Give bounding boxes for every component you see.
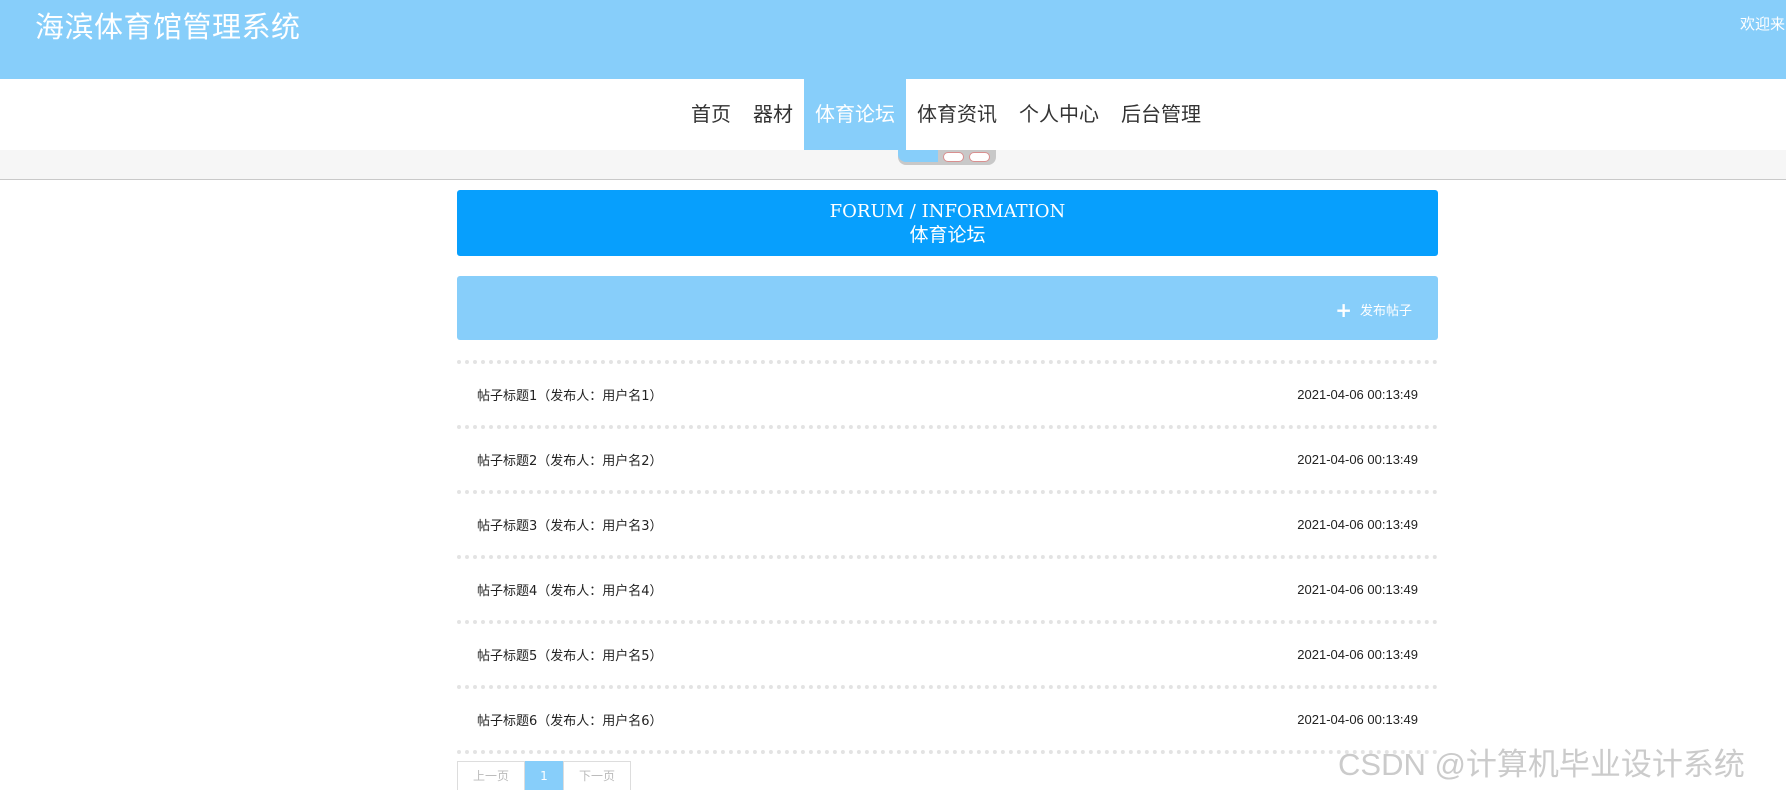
publish-post-label: 发布帖子 <box>1359 304 1412 319</box>
watermark: CSDN @计算机毕业设计系统 <box>1338 747 1745 782</box>
post-title[interactable]: 帖子标题2（发布人：用户名2） <box>477 450 663 469</box>
post-time: 2021-04-06 00:13:49 <box>1297 712 1418 727</box>
welcome-text: 欢迎来 <box>1740 15 1786 33</box>
site-title: 海滨体育馆管理系统 <box>35 10 301 44</box>
list-item[interactable]: 帖子标题6（发布人：用户名6） 2021-04-06 00:13:49 <box>457 685 1438 750</box>
post-title[interactable]: 帖子标题6（发布人：用户名6） <box>477 710 663 729</box>
nav-item-news[interactable]: 体育资讯 <box>906 79 1008 150</box>
post-title[interactable]: 帖子标题1（发布人：用户名1） <box>477 385 663 404</box>
next-page-button[interactable]: 下一页 <box>563 761 631 790</box>
nav-item-admin[interactable]: 后台管理 <box>1110 79 1212 150</box>
nav-item-home[interactable]: 首页 <box>680 79 742 150</box>
post-title[interactable]: 帖子标题3（发布人：用户名3） <box>477 515 663 534</box>
post-title[interactable]: 帖子标题5（发布人：用户名5） <box>477 645 663 664</box>
carousel-indicator[interactable] <box>969 151 990 162</box>
list-item[interactable]: 帖子标题4（发布人：用户名4） 2021-04-06 00:13:49 <box>457 555 1438 620</box>
banner-strip <box>0 150 1786 180</box>
main-navbar: 首页 器材 体育论坛 体育资讯 个人中心 后台管理 <box>0 79 1786 150</box>
pagination: 上一页 1 下一页 <box>457 761 631 790</box>
post-time: 2021-04-06 00:13:49 <box>1297 452 1418 467</box>
post-time: 2021-04-06 00:13:49 <box>1297 387 1418 402</box>
list-item[interactable]: 帖子标题1（发布人：用户名1） 2021-04-06 00:13:49 <box>457 360 1438 425</box>
nav-item-personal-center[interactable]: 个人中心 <box>1008 79 1110 150</box>
section-title-cn: 体育论坛 <box>909 224 986 246</box>
plus-icon: + <box>1335 297 1352 322</box>
post-time: 2021-04-06 00:13:49 <box>1297 647 1418 662</box>
action-bar: + 发布帖子 <box>457 276 1438 340</box>
list-item[interactable]: 帖子标题2（发布人：用户名2） 2021-04-06 00:13:49 <box>457 425 1438 490</box>
carousel-indicator[interactable] <box>943 151 964 162</box>
list-divider <box>457 750 1438 754</box>
list-item[interactable]: 帖子标题5（发布人：用户名5） 2021-04-06 00:13:49 <box>457 620 1438 685</box>
nav-item-equipment[interactable]: 器材 <box>742 79 804 150</box>
post-list: 帖子标题1（发布人：用户名1） 2021-04-06 00:13:49 帖子标题… <box>457 360 1438 754</box>
top-header: 海滨体育馆管理系统 欢迎来 <box>0 0 1786 79</box>
section-header: FORUM / INFORMATION 体育论坛 <box>457 190 1438 256</box>
nav-item-forum[interactable]: 体育论坛 <box>804 79 906 150</box>
carousel-indicators <box>898 150 996 165</box>
forum-main: FORUM / INFORMATION 体育论坛 + 发布帖子 帖子标题1（发布… <box>457 190 1438 754</box>
carousel-indicator-active[interactable] <box>898 150 938 162</box>
section-title-en: FORUM / INFORMATION <box>829 201 1066 222</box>
publish-post-button[interactable]: + 发布帖子 <box>1335 297 1412 322</box>
post-time: 2021-04-06 00:13:49 <box>1297 582 1418 597</box>
prev-page-button[interactable]: 上一页 <box>457 761 525 790</box>
page-number-button[interactable]: 1 <box>525 761 563 790</box>
post-title[interactable]: 帖子标题4（发布人：用户名4） <box>477 580 663 599</box>
list-item[interactable]: 帖子标题3（发布人：用户名3） 2021-04-06 00:13:49 <box>457 490 1438 555</box>
post-time: 2021-04-06 00:13:49 <box>1297 517 1418 532</box>
nav-list: 首页 器材 体育论坛 体育资讯 个人中心 后台管理 <box>680 79 1212 150</box>
